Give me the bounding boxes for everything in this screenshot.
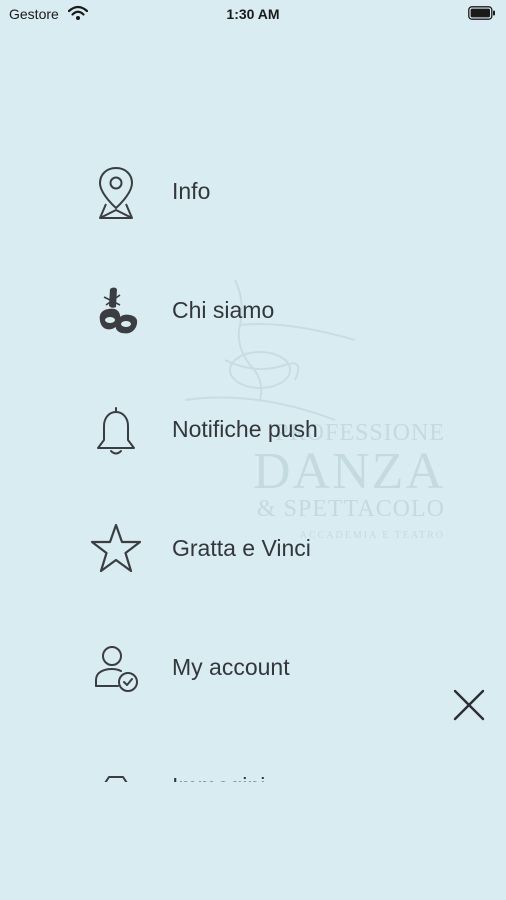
menu-item-label: Immagini — [172, 773, 265, 782]
menu-item-label: My account — [172, 654, 290, 680]
menu-item-gratta-e-vinci[interactable]: Gratta e Vinci — [80, 509, 440, 589]
bell-icon — [97, 407, 135, 455]
camera-icon — [94, 776, 138, 782]
battery-icon — [468, 6, 495, 20]
map-pin-icon — [99, 167, 133, 219]
menu-item-my-account[interactable]: My account — [80, 628, 440, 708]
user-check-icon — [95, 646, 138, 692]
status-time: 1:30 AM — [226, 6, 280, 22]
menu-item-info[interactable]: Info — [80, 152, 440, 232]
side-menu: Info Chi siamo Notifiche push Gratta e V… — [0, 140, 506, 782]
menu-item-label: Gratta e Vinci — [172, 535, 311, 561]
menu-item-chi-siamo[interactable]: Chi siamo — [80, 271, 440, 351]
menu-item-immagini[interactable]: Immagini — [80, 747, 440, 782]
menu-item-label: Chi siamo — [172, 297, 275, 323]
star-icon — [90, 523, 142, 573]
close-icon[interactable] — [448, 684, 490, 726]
status-bar: Gestore 1:30 AM — [0, 0, 506, 28]
menu-item-notifiche-push[interactable]: Notifiche push — [80, 390, 440, 470]
menu-item-label: Info — [172, 178, 211, 204]
ballet-shoes-icon — [99, 287, 138, 334]
menu-item-label: Notifiche push — [172, 416, 318, 442]
